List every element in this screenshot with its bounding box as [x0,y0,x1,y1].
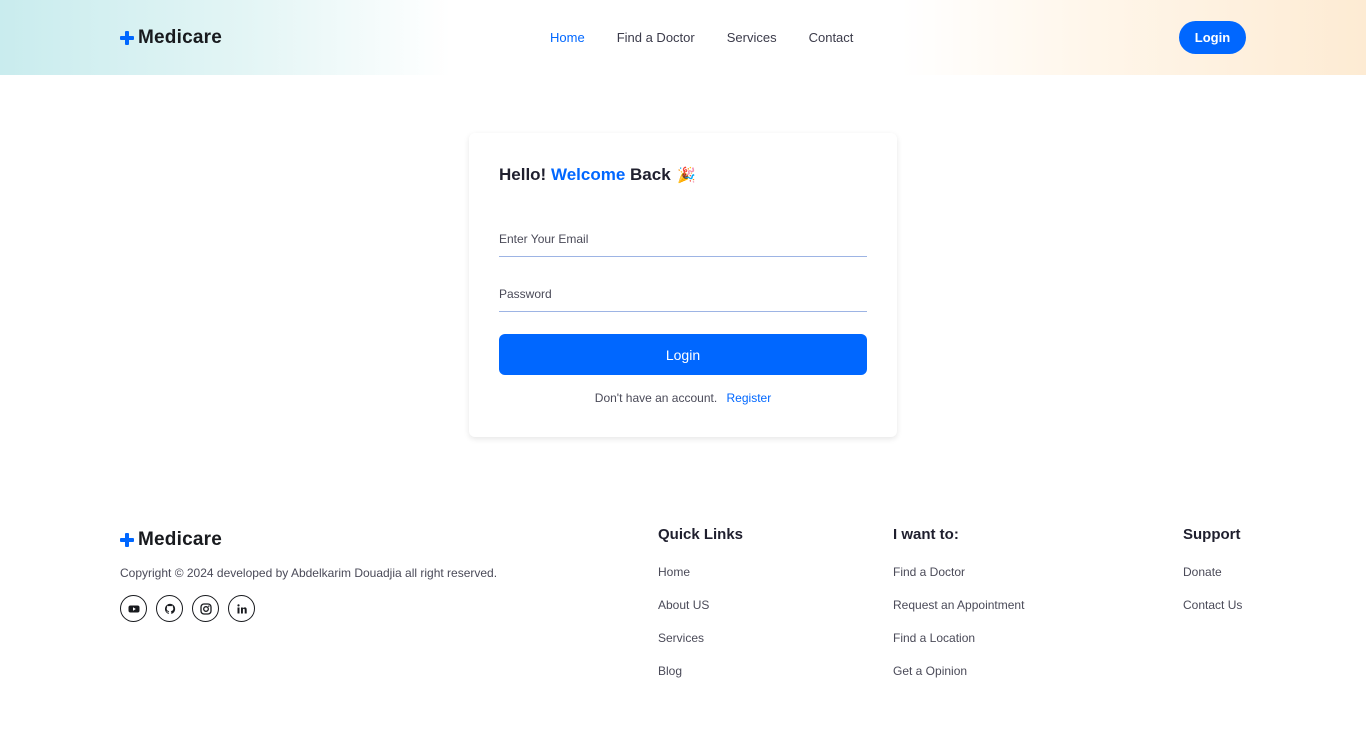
footer-link-request-appointment[interactable]: Request an Appointment [893,598,1024,631]
nav-link-services[interactable]: Services [727,30,777,45]
footer-brand-logo[interactable]: Medicare [120,529,222,551]
footer-column-i-want-to: I want to: Find a Doctor Request an Appo… [893,526,1024,697]
nav-link-home[interactable]: Home [550,30,585,45]
youtube-icon[interactable] [120,595,147,622]
register-prompt: Don't have an account. [594,391,718,405]
login-title-greeting: Hello! [499,165,547,184]
login-title-accent: Welcome [550,165,626,184]
password-field[interactable] [499,276,867,312]
footer-column-title: I want to: [893,526,959,543]
login-submit-button[interactable]: Login [499,334,867,375]
footer-column-title: Quick Links [658,526,744,543]
linkedin-icon[interactable] [228,595,255,622]
main-nav: Home Find a Doctor Services Contact [550,30,885,45]
social-links [120,595,255,622]
footer-column-support: Support Donate Contact Us [1183,526,1242,631]
footer-link-find-a-doctor[interactable]: Find a Doctor [893,565,1024,598]
login-title-end: Back [630,165,671,184]
login-title: Hello! Welcome Back 🎉 [499,165,696,185]
footer-link-contact-us[interactable]: Contact Us [1183,598,1242,631]
plus-icon [120,533,134,547]
party-popper-icon: 🎉 [677,167,697,184]
brand-logo[interactable]: Medicare [120,27,222,49]
footer-link-get-opinion[interactable]: Get a Opinion [893,664,1024,697]
instagram-icon[interactable] [192,595,219,622]
site-header: Medicare Home Find a Doctor Services Con… [0,0,1366,75]
footer-column-title: Support [1183,526,1241,543]
footer-column-quick-links: Quick Links Home About US Services Blog [658,526,743,697]
footer-link-donate[interactable]: Donate [1183,565,1242,598]
header-login-button[interactable]: Login [1179,21,1246,54]
footer-link-find-location[interactable]: Find a Location [893,631,1024,664]
footer-link-home[interactable]: Home [658,565,743,598]
brand-name: Medicare [138,27,222,48]
login-card: Hello! Welcome Back 🎉 Login Don't have a… [469,133,897,437]
footer-link-services[interactable]: Services [658,631,743,664]
github-icon[interactable] [156,595,183,622]
footer-brand-name: Medicare [138,529,222,550]
nav-link-contact[interactable]: Contact [809,30,854,45]
register-link[interactable]: Register [727,391,772,405]
footer-link-about-us[interactable]: About US [658,598,743,631]
footer-link-blog[interactable]: Blog [658,664,743,697]
nav-link-find-a-doctor[interactable]: Find a Doctor [617,30,695,45]
email-field[interactable] [499,221,867,257]
copyright-text: Copyright © 2024 developed by Abdelkarim… [120,566,498,580]
plus-icon [120,31,134,45]
register-row: Don't have an account. Register [469,391,897,405]
